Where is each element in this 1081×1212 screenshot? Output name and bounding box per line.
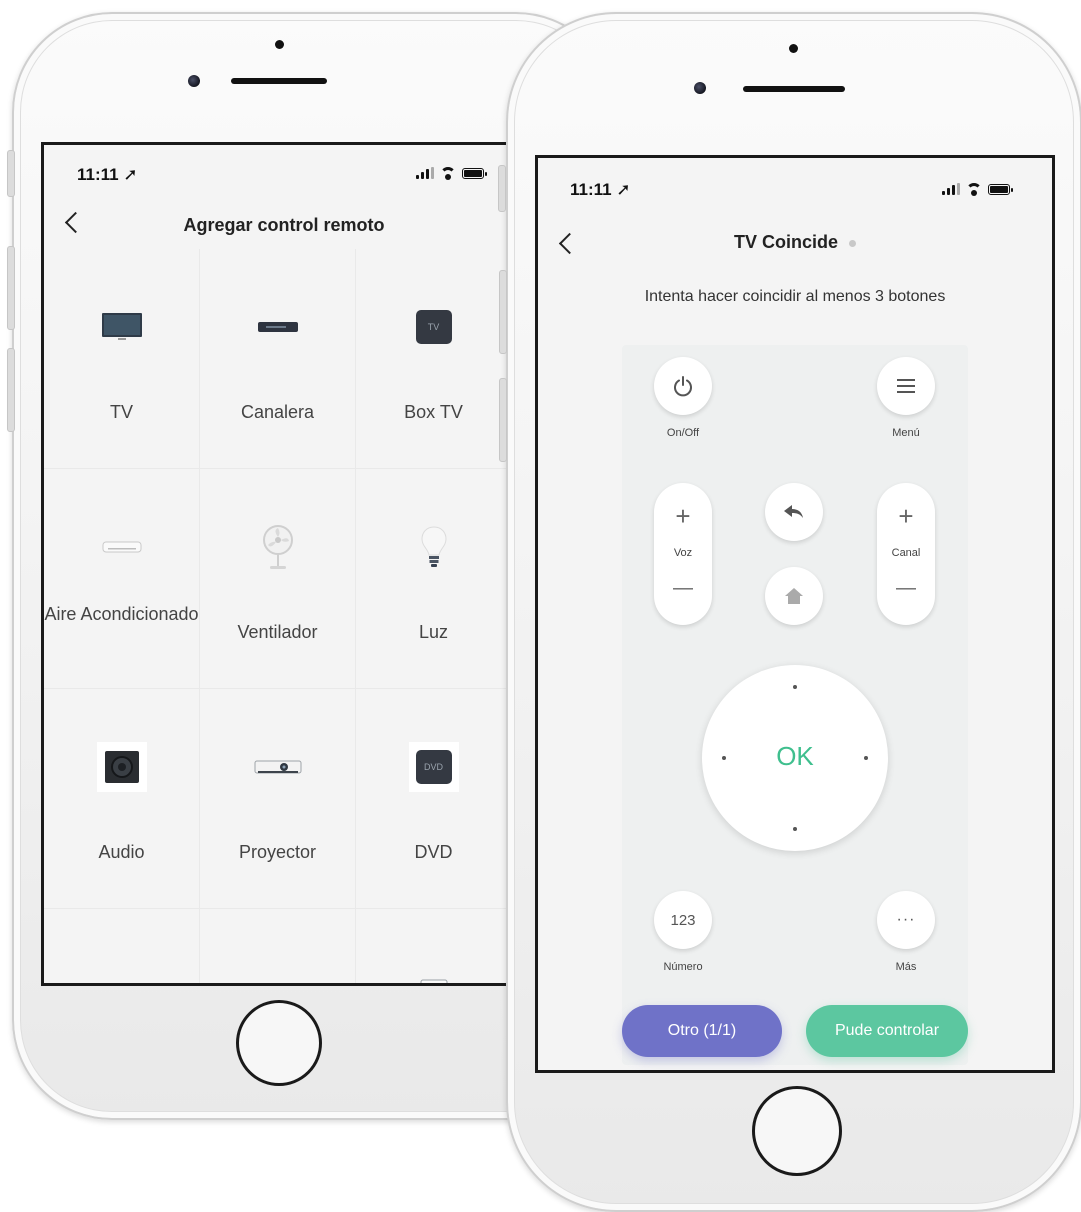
channel-label: Canal (891, 547, 921, 559)
air-conditioner-icon (94, 521, 150, 573)
volume-up-button[interactable]: + (654, 503, 712, 529)
fan-icon (250, 521, 306, 573)
right-volume-down-button (499, 378, 507, 462)
category-tv[interactable]: TV (44, 249, 200, 469)
cable-box-icon (250, 301, 306, 353)
power-icon (674, 376, 692, 397)
battery-icon (462, 168, 487, 179)
volume-rocker: + Voz — (654, 483, 712, 625)
menu-button[interactable] (877, 357, 935, 415)
channel-down-button[interactable]: — (877, 575, 935, 601)
home-button[interactable] (236, 1000, 322, 1086)
wifi-icon (966, 183, 982, 196)
front-camera-icon (188, 75, 200, 87)
right-volume-up-button (499, 270, 507, 354)
status-icons (942, 183, 1013, 196)
page-title: Agregar control remoto (183, 215, 385, 235)
dvd-icon: DVD (406, 741, 462, 793)
down-arrow-dot[interactable] (793, 827, 797, 831)
up-arrow-dot[interactable] (793, 685, 797, 689)
category-label: Canalera (240, 402, 315, 422)
battery-icon (988, 184, 1013, 195)
category-fan[interactable]: Ventilador (200, 469, 356, 689)
ok-button[interactable]: OK (702, 741, 888, 772)
match-hint: Intenta hacer coincidir al menos 3 boton… (644, 288, 946, 305)
category-air-conditioner[interactable]: Aire Acondicionado (44, 469, 200, 689)
more-label: Más (895, 961, 917, 973)
right-earpiece-speaker (743, 86, 845, 92)
signal-icon (942, 183, 960, 195)
power-label: On/Off (666, 427, 700, 439)
status-time: 11:11 ➚ (570, 180, 631, 199)
other-button[interactable]: Otro (1/1) (622, 1005, 782, 1057)
camera-icon (94, 965, 150, 983)
number-button[interactable]: 123 (654, 891, 712, 949)
more-button[interactable]: ··· (877, 891, 935, 949)
tablet-icon (406, 963, 462, 983)
category-cable-box[interactable]: Canalera (200, 249, 356, 469)
wifi-icon (440, 167, 456, 180)
right-proximity-sensor (789, 44, 798, 53)
page-title-text: TV Coincide (733, 232, 838, 252)
status-bar: 11:11 ➚ (538, 158, 1052, 202)
category-label: Ventilador (237, 622, 318, 642)
status-time: 11:11 ➚ (77, 165, 138, 184)
right-mute-switch (498, 165, 506, 212)
signal-icon (416, 167, 434, 179)
home-remote-button[interactable] (765, 567, 823, 625)
status-icons (416, 167, 487, 180)
return-arrow-icon (784, 505, 803, 518)
category-tablet[interactable] (356, 909, 512, 983)
volume-down-button (7, 348, 15, 432)
right-home-button[interactable] (752, 1086, 842, 1176)
return-button[interactable] (765, 483, 823, 541)
direction-pad[interactable]: OK (702, 665, 888, 851)
menu-label: Menú (892, 427, 920, 439)
volume-label: Voz (673, 547, 693, 559)
volume-up-button (7, 246, 15, 330)
category-device[interactable] (200, 909, 356, 983)
right-screen: 11:11 ➚ TV Coincide Intenta hacer coinci… (535, 155, 1055, 1073)
dvd-badge: DVD (415, 750, 452, 784)
category-camera[interactable] (44, 909, 200, 983)
power-button[interactable] (654, 357, 712, 415)
category-label: DVD (414, 842, 453, 862)
category-label: Proyector (238, 842, 317, 862)
number-label: Número (663, 961, 703, 973)
tv-icon (94, 301, 150, 353)
category-audio[interactable]: Audio (44, 689, 200, 909)
projector-icon (250, 741, 306, 793)
nav-bar: TV Coincide (538, 226, 1052, 270)
category-light[interactable]: Luz (356, 469, 512, 689)
category-projector[interactable]: Proyector (200, 689, 356, 909)
status-dot-icon (849, 239, 857, 247)
right-front-camera-icon (694, 82, 706, 94)
home-icon (785, 588, 803, 604)
menu-icon (897, 379, 915, 393)
works-button[interactable]: Pude controlar (806, 1005, 968, 1057)
proximity-sensor (275, 40, 284, 49)
speaker-icon (94, 741, 150, 793)
category-label: Aire Acondicionado (44, 604, 199, 624)
category-label: TV (109, 402, 133, 422)
device-icon (250, 971, 306, 983)
page-title: TV Coincide (538, 232, 1052, 253)
earpiece-speaker (231, 78, 327, 84)
box-tv-badge: TV (415, 310, 452, 344)
box-tv-icon: TV (406, 301, 462, 353)
channel-up-button[interactable]: + (877, 503, 935, 529)
category-box-tv[interactable]: TV Box TV (356, 249, 512, 469)
category-dvd[interactable]: DVD DVD (356, 689, 512, 909)
mute-switch (7, 150, 15, 197)
remote-panel: On/Off Menú + Voz — + Canal — OK 123 Núm… (622, 345, 968, 1065)
light-bulb-icon (406, 521, 462, 573)
volume-down-button[interactable]: — (654, 575, 712, 601)
category-grid: TV Canalera TV Box TV Aire Acondicionado (44, 249, 512, 983)
category-label: Box TV (404, 402, 463, 422)
category-label: Luz (418, 622, 449, 642)
channel-rocker: + Canal — (877, 483, 935, 625)
category-label: Audio (98, 842, 145, 862)
